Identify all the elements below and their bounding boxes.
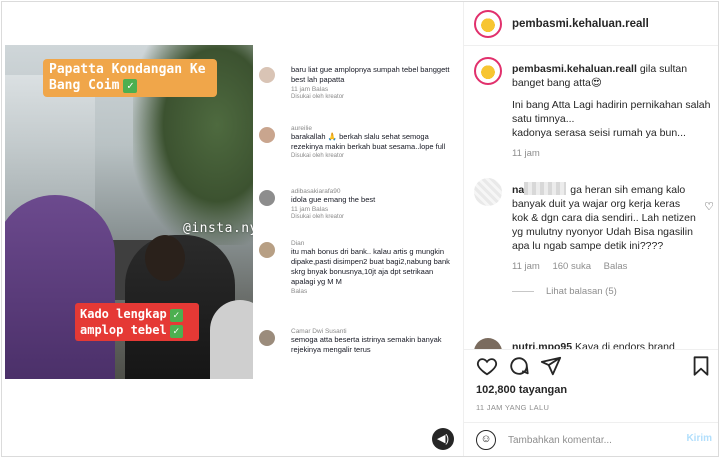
add-comment-bar: ☺ Kirim — [464, 422, 718, 456]
check-icon: ✓ — [123, 79, 138, 93]
sound-toggle-icon[interactable]: ◀) — [432, 428, 454, 450]
media-area: Papatta Kondangan Ke Bang Coim ✓ @insta.n… — [2, 2, 464, 456]
post-caption: pembasmi.kehaluan.reall gila sultan bang… — [474, 57, 714, 159]
avatar[interactable] — [474, 10, 502, 38]
tiktok-comment-meta: 11 jam Balas — [291, 206, 329, 213]
comment-username[interactable]: nutri.mpo95 — [512, 341, 572, 349]
post-timestamp[interactable]: 11 JAM YANG LALU — [476, 403, 549, 412]
avatar[interactable] — [474, 57, 502, 85]
comment-input[interactable] — [508, 431, 676, 449]
share-send-icon[interactable] — [540, 355, 562, 377]
tiktok-comment: baru liat gue amplopnya sumpah tebel ban… — [261, 65, 459, 100]
tiktok-comment-text: itu mah bonus dri bank.. kalau artis g m… — [291, 247, 450, 286]
tiktok-comment: adibasakiarafa90 idola gue emang the bes… — [261, 188, 459, 220]
avatar[interactable] — [474, 338, 502, 349]
video-person-hijab — [5, 195, 115, 379]
comment-likes[interactable]: 160 suka — [552, 261, 591, 272]
tiktok-comment: Dian itu mah bonus dri bank.. kalau arti… — [261, 240, 459, 295]
video-watermark: @insta.nyinyir — [183, 221, 253, 236]
view-count[interactable]: 102,800 tayangan — [476, 384, 567, 396]
post-header: pembasmi.kehaluan.reall — [464, 2, 718, 46]
tiktok-comment-user: Camar Dwi Susanti — [291, 328, 347, 335]
video-caption-top: Papatta Kondangan Ke Bang Coim ✓ — [43, 59, 217, 97]
tiktok-comment-meta: 11 jam Balas — [291, 86, 329, 93]
tiktok-comment-text: baru liat gue amplopnya sumpah tebel ban… — [291, 65, 450, 84]
post-comment-button[interactable]: Kirim — [686, 433, 712, 444]
replies-divider — [512, 290, 534, 292]
check-icon: ✓ — [169, 309, 183, 322]
comment-item: na ga heran sih emang kalo banyak duit ya… — [474, 178, 714, 297]
comment-bubble-icon[interactable] — [508, 355, 530, 377]
comment-text: na ga heran sih emang kalo banyak duit ya… — [512, 178, 696, 253]
caption-username[interactable]: pembasmi.kehaluan.reall — [512, 63, 637, 75]
tiktok-comment-liked: Disukai oleh kreator — [291, 94, 345, 100]
tiktok-comment: aureilie barakallah 🙏 berkah slalu sehat… — [261, 125, 459, 159]
header-username[interactable]: pembasmi.kehaluan.reall — [512, 18, 649, 30]
comment-timestamp[interactable]: 11 jam — [512, 261, 540, 272]
view-replies-label: Lihat balasan (5) — [546, 286, 617, 297]
comments-list[interactable]: pembasmi.kehaluan.reall gila sultan bang… — [464, 47, 718, 349]
check-icon: ✓ — [169, 325, 183, 338]
comment-meta: 11 jam 160 suka Balas — [512, 261, 714, 272]
tiktok-comment-meta: Balas — [291, 288, 308, 295]
post-side-panel: pembasmi.kehaluan.reall pembasmi.kehalua… — [464, 2, 718, 456]
view-replies-button[interactable]: Lihat balasan (5) — [512, 286, 714, 297]
tiktok-comment-text: barakallah 🙏 berkah slalu sehat semoga r… — [291, 132, 446, 151]
save-bookmark-icon[interactable] — [690, 355, 712, 377]
tiktok-comment-user: Dian — [291, 240, 305, 247]
video-player[interactable]: Papatta Kondangan Ke Bang Coim ✓ @insta.n… — [5, 45, 253, 379]
video-caption-bottom-line-1: Kado lengkap — [80, 307, 167, 321]
comment-username-prefix[interactable]: na — [512, 184, 524, 196]
redacted-username — [524, 182, 567, 195]
tiktok-comment: Camar Dwi Susanti semoga atta beserta is… — [261, 328, 459, 355]
post-actions: 102,800 tayangan 11 JAM YANG LALU — [464, 349, 718, 431]
tiktok-comment-text: idola gue emang the best — [291, 195, 376, 204]
comment-like-heart-icon[interactable]: ♡ — [704, 200, 714, 213]
like-heart-icon[interactable] — [476, 355, 498, 377]
video-person-head — [145, 235, 185, 281]
caption-text: pembasmi.kehaluan.reall gila sultan bang… — [512, 57, 714, 140]
caption-line-2: Ini bang Atta Lagi hadirin pernikahan sa… — [512, 99, 711, 125]
caption-line-3: kadonya serasa seisi rumah ya bun... — [512, 127, 686, 139]
comment-item: nutri.mpo95 Kaya di endors brand — [474, 338, 714, 349]
tiktok-comments-screenshot: baru liat gue amplopnya sumpah tebel ban… — [255, 45, 463, 363]
tiktok-comment-user: adibasakiarafa90 — [291, 188, 341, 195]
caption-timestamp[interactable]: 11 jam — [512, 148, 714, 159]
video-caption-bottom: Kado lengkap ✓ amplop tebel ✓ — [75, 303, 199, 341]
comment-text: nutri.mpo95 Kaya di endors brand — [512, 338, 696, 349]
avatar[interactable] — [474, 178, 502, 206]
comment-body: Kaya di endors brand — [575, 341, 675, 349]
comment-reply-button[interactable]: Balas — [604, 261, 628, 272]
tiktok-comment-user: aureilie — [291, 125, 312, 132]
tiktok-comment-liked: Disukai oleh kreator — [291, 153, 345, 159]
post-modal: Papatta Kondangan Ke Bang Coim ✓ @insta.n… — [1, 1, 719, 457]
video-person-right — [210, 300, 253, 379]
emoji-icon[interactable]: ☺ — [476, 430, 496, 450]
video-caption-bottom-line-2: amplop tebel — [80, 323, 167, 337]
tiktok-comment-liked: Disukai oleh kreator — [291, 214, 345, 220]
tiktok-comment-text: semoga atta beserta istrinya semakin ban… — [291, 335, 442, 354]
